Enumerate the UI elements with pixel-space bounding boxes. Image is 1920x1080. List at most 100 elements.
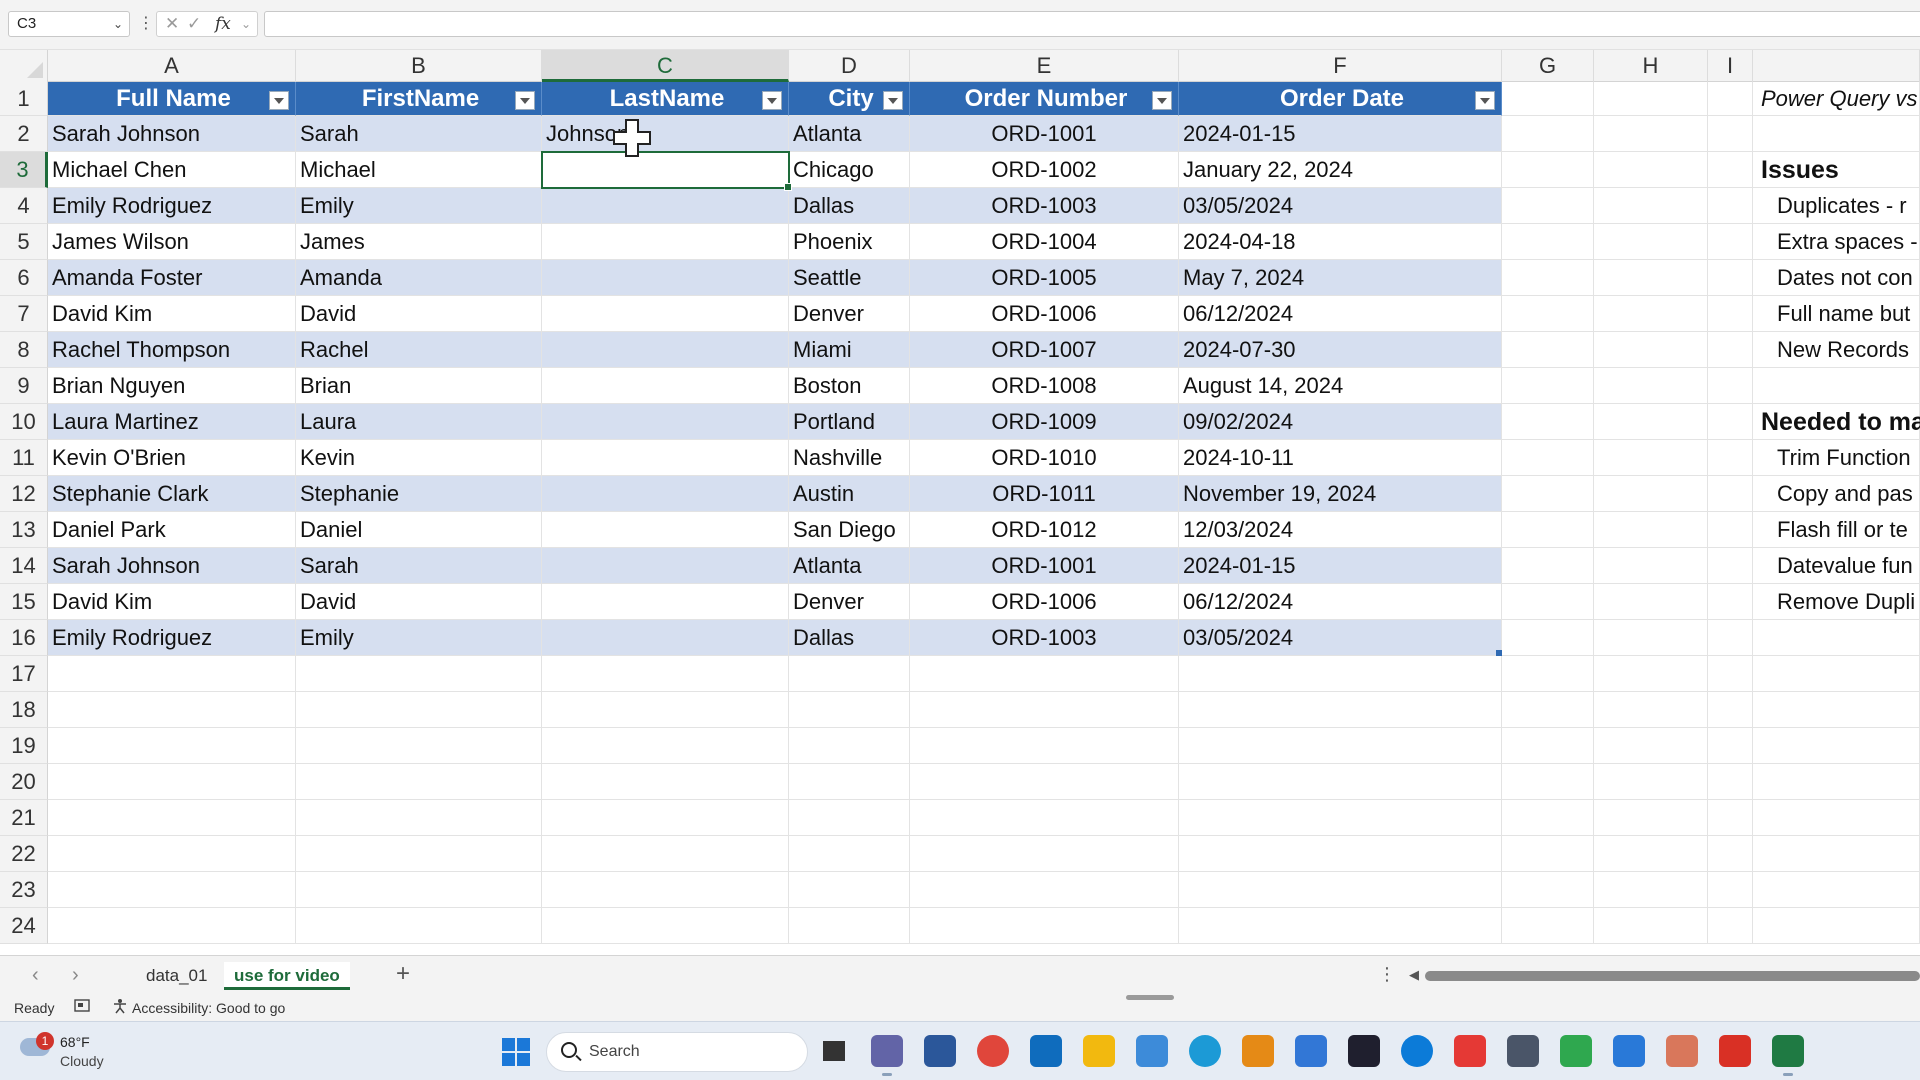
filter-dropdown-button[interactable] <box>515 91 535 110</box>
cell[interactable] <box>1502 116 1594 152</box>
more-options-icon[interactable]: ⋮ <box>1378 964 1396 985</box>
table-cell[interactable]: James Wilson <box>48 224 296 260</box>
filter-dropdown-button[interactable] <box>883 91 903 110</box>
cell[interactable] <box>1502 836 1594 872</box>
cell[interactable] <box>542 656 789 692</box>
table-cell[interactable]: Boston <box>789 368 910 404</box>
cell[interactable] <box>1753 368 1920 404</box>
row-header-16[interactable]: 16 <box>0 620 48 656</box>
cell[interactable] <box>910 836 1179 872</box>
filter-dropdown-button[interactable] <box>762 91 782 110</box>
filter-dropdown-button[interactable] <box>1152 91 1172 110</box>
cell[interactable] <box>1753 800 1920 836</box>
cell[interactable] <box>1753 836 1920 872</box>
table-cell[interactable] <box>542 188 789 224</box>
table-cell[interactable]: Amanda <box>296 260 542 296</box>
table-cell[interactable]: ORD-1001 <box>910 116 1179 152</box>
cell[interactable] <box>48 908 296 944</box>
row-header-24[interactable]: 24 <box>0 908 48 944</box>
cell[interactable] <box>1179 692 1502 728</box>
table-cell[interactable]: Seattle <box>789 260 910 296</box>
table-cell[interactable]: Daniel <box>296 512 542 548</box>
table-cell[interactable]: Nashville <box>789 440 910 476</box>
cell[interactable] <box>1594 800 1708 836</box>
row-header-2[interactable]: 2 <box>0 116 48 152</box>
cell[interactable] <box>1753 728 1920 764</box>
cell[interactable] <box>542 728 789 764</box>
cell[interactable] <box>1502 152 1594 188</box>
cell[interactable] <box>789 800 910 836</box>
table-cell[interactable]: Emily <box>296 188 542 224</box>
edge-icon[interactable] <box>1189 1035 1221 1067</box>
table-cell[interactable] <box>542 620 789 656</box>
horizontal-scrollbar[interactable]: ◀ <box>1405 967 1920 982</box>
chevron-right-icon[interactable]: › <box>72 964 79 987</box>
cell[interactable] <box>910 872 1179 908</box>
cell[interactable] <box>1179 656 1502 692</box>
edge-browser-icon[interactable] <box>1401 1035 1433 1067</box>
table-cell[interactable]: 09/02/2024 <box>1179 404 1502 440</box>
row-header-13[interactable]: 13 <box>0 512 48 548</box>
cell[interactable] <box>1594 332 1708 368</box>
cell[interactable] <box>1502 692 1594 728</box>
cell[interactable] <box>1594 728 1708 764</box>
task-view-icon[interactable] <box>818 1035 850 1067</box>
cell[interactable] <box>1753 692 1920 728</box>
table-header[interactable]: LastName <box>542 82 789 116</box>
table-cell[interactable] <box>542 584 789 620</box>
cell[interactable] <box>1708 152 1753 188</box>
table-cell[interactable] <box>542 368 789 404</box>
resize-handle[interactable] <box>1126 995 1174 1000</box>
table-cell[interactable]: May 7, 2024 <box>1179 260 1502 296</box>
window-app-icon[interactable] <box>1507 1035 1539 1067</box>
table-cell[interactable]: Denver <box>789 584 910 620</box>
column-header-h[interactable]: H <box>1594 50 1708 82</box>
row-header-11[interactable]: 11 <box>0 440 48 476</box>
row-header-8[interactable]: 8 <box>0 332 48 368</box>
row-header-15[interactable]: 15 <box>0 584 48 620</box>
cell[interactable] <box>1594 260 1708 296</box>
table-cell[interactable]: David <box>296 296 542 332</box>
cell[interactable] <box>1502 908 1594 944</box>
table-cell[interactable]: ORD-1006 <box>910 296 1179 332</box>
row-header-20[interactable]: 20 <box>0 764 48 800</box>
table-cell[interactable]: Brian <box>296 368 542 404</box>
table-cell[interactable]: Sarah Johnson <box>48 116 296 152</box>
row-header-21[interactable]: 21 <box>0 800 48 836</box>
table-cell[interactable]: 2024-07-30 <box>1179 332 1502 368</box>
table-cell[interactable]: November 19, 2024 <box>1179 476 1502 512</box>
row-header-4[interactable]: 4 <box>0 188 48 224</box>
table-cell[interactable]: Miami <box>789 332 910 368</box>
cell[interactable] <box>1502 584 1594 620</box>
table-cell[interactable]: Stephanie <box>296 476 542 512</box>
grid-app-icon[interactable] <box>1295 1035 1327 1067</box>
table-cell[interactable]: 2024-01-15 <box>1179 548 1502 584</box>
filter-dropdown-button[interactable] <box>269 91 289 110</box>
scrollbar-thumb[interactable] <box>1425 971 1920 981</box>
cell[interactable] <box>1502 764 1594 800</box>
table-cell[interactable]: 03/05/2024 <box>1179 188 1502 224</box>
formula-input[interactable] <box>264 11 1920 37</box>
cell[interactable] <box>1708 836 1753 872</box>
table-cell[interactable] <box>542 512 789 548</box>
cell[interactable] <box>1502 332 1594 368</box>
column-header-f[interactable]: F <box>1179 50 1502 82</box>
cell[interactable] <box>1708 764 1753 800</box>
cell[interactable] <box>789 656 910 692</box>
table-cell[interactable]: Emily <box>296 620 542 656</box>
table-cell[interactable]: January 22, 2024 <box>1179 152 1502 188</box>
table-cell[interactable] <box>542 548 789 584</box>
table-cell[interactable]: ORD-1001 <box>910 548 1179 584</box>
cell[interactable] <box>48 692 296 728</box>
row-header-19[interactable]: 19 <box>0 728 48 764</box>
cell[interactable] <box>789 692 910 728</box>
table-cell[interactable] <box>542 260 789 296</box>
table-cell[interactable]: Kevin O'Brien <box>48 440 296 476</box>
cell[interactable] <box>542 872 789 908</box>
row-header-22[interactable]: 22 <box>0 836 48 872</box>
row-header-10[interactable]: 10 <box>0 404 48 440</box>
cell[interactable] <box>296 800 542 836</box>
table-cell[interactable]: Brian Nguyen <box>48 368 296 404</box>
scroll-left-icon[interactable]: ◀ <box>1409 967 1419 983</box>
cell[interactable] <box>1594 656 1708 692</box>
